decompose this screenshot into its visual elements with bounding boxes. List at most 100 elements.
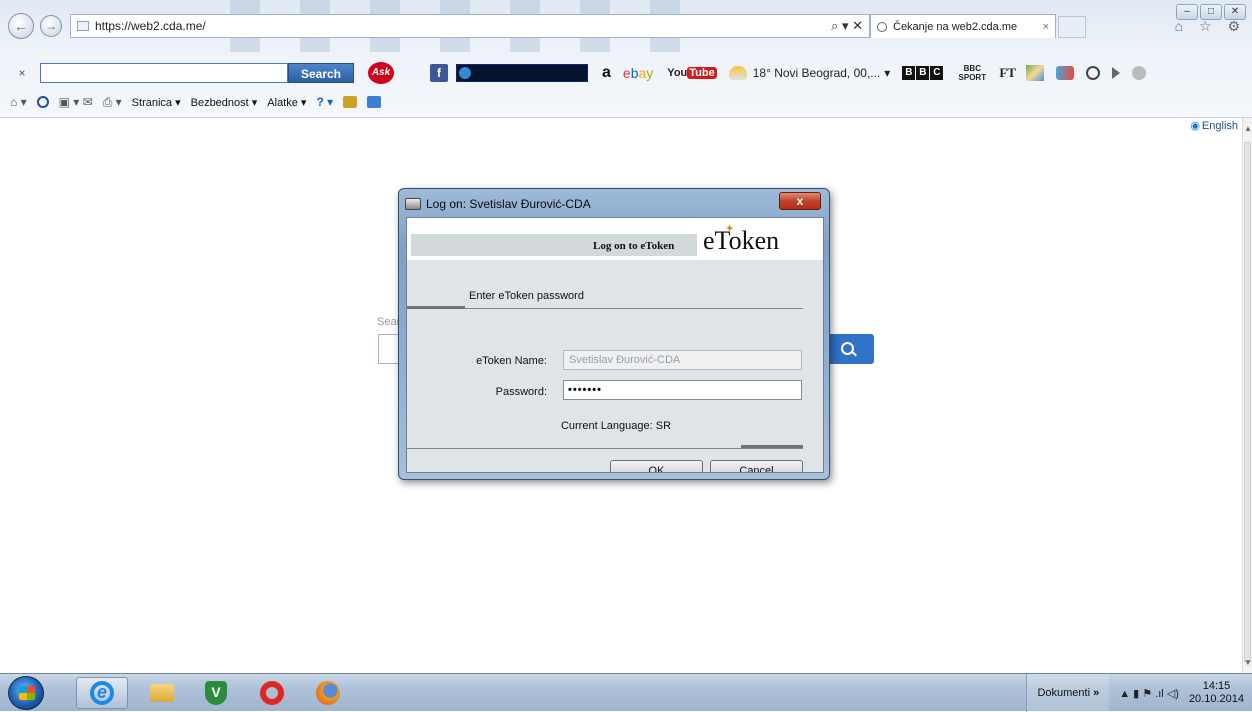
etoken-logo-text: eToken	[703, 226, 780, 255]
ebay-letter: y	[646, 65, 654, 81]
bbc-sport-icon[interactable]: BBC SPORT	[957, 64, 987, 82]
taskbar: e V Dokumenti » ▲ ▮ ⚑ .ıl ◁) 14:15 20.10…	[0, 673, 1252, 712]
token-name-label: eToken Name:	[476, 355, 547, 367]
ebay-link[interactable]: ebay	[623, 65, 653, 81]
dialog-body: Enter eToken password eToken Name: Sveti…	[407, 260, 823, 472]
etoken-logo: eToken ✦	[703, 223, 780, 256]
ask-icon[interactable]: Ask	[368, 62, 394, 84]
language-link[interactable]: ◉ English	[1190, 119, 1238, 132]
clock-date: 20.10.2014	[1188, 693, 1244, 705]
taskbar-ie[interactable]: e	[76, 677, 128, 709]
dialog-content: Log on to eToken eToken ✦ Enter eToken pa…	[406, 217, 824, 473]
facebook-icon[interactable]: f	[430, 64, 448, 82]
weather-icon	[728, 66, 747, 80]
chevron-icon[interactable]: »	[1093, 687, 1099, 699]
sound-icon[interactable]	[1085, 66, 1100, 80]
ebay-letter: e	[622, 65, 631, 81]
taskbar-explorer[interactable]	[136, 677, 188, 709]
bbc-letter: B	[916, 66, 930, 80]
documents-toolbar[interactable]: Dokumenti »	[1026, 674, 1110, 712]
help-icon[interactable]: ? ▾	[316, 95, 333, 109]
youtube-you: You	[667, 67, 688, 79]
maps-icon[interactable]	[1025, 65, 1044, 81]
token-name-field: Svetislav Đurović-CDA	[563, 350, 802, 370]
tab-active[interactable]: Čekanje na web2.cda.me ×	[870, 14, 1056, 38]
tab-close-icon[interactable]: ×	[1043, 21, 1049, 33]
ft-icon[interactable]: FT	[999, 65, 1016, 81]
amazon-icon[interactable]: a	[602, 64, 611, 82]
new-tab-button[interactable]	[1058, 16, 1086, 38]
youtube-link[interactable]: You Tube	[667, 67, 717, 79]
internet-explorer-icon: e	[90, 681, 114, 705]
menu-stranica[interactable]: Stranica ▾	[132, 96, 181, 109]
shield-icon: V	[205, 681, 227, 705]
home-favorites-tools-icons[interactable]: ⌂ ☆ ⚙	[1175, 18, 1246, 35]
address-search-refresh-icons[interactable]: ⌕ ▾ ✕	[831, 18, 863, 34]
folder-icon	[150, 684, 174, 702]
dialog-titlebar: Log on: Svetislav Đurović-CDA	[405, 197, 591, 211]
ebay-letter: b	[630, 65, 639, 81]
language-label: English	[1201, 120, 1238, 132]
token-app-icon	[405, 198, 421, 210]
windows-logo-icon	[19, 686, 35, 700]
taskbar-opera[interactable]	[246, 677, 298, 709]
dialog-close-button[interactable]: x	[779, 192, 821, 210]
command-bar: ⌂ ▾ ▣ ▾ ✉ ⎙ ▾ Stranica ▾ Bezbednost ▾ Al…	[0, 90, 1252, 114]
page-scrollbar[interactable]: ▲ ▼	[1242, 118, 1252, 673]
start-button[interactable]	[8, 676, 44, 710]
forward-arrow-icon: →	[45, 19, 57, 33]
feeds-mail-icons[interactable]: ▣ ▾ ✉	[59, 95, 93, 109]
translate-icon[interactable]	[367, 96, 382, 108]
scrollbar-thumb[interactable]	[1244, 142, 1251, 662]
opera-icon	[260, 681, 284, 705]
cancel-button[interactable]: Cancel	[710, 460, 803, 472]
toolbar-search-button[interactable]: Search	[288, 63, 354, 83]
bbc-icon[interactable]: BBC	[902, 66, 944, 80]
weather-text[interactable]: 18° Novi Beograd, 00,...	[753, 66, 881, 80]
page-search-label: Sear	[377, 316, 401, 328]
taskbar-security[interactable]: V	[190, 677, 242, 709]
scroll-up-icon[interactable]: ▲	[1244, 124, 1252, 133]
bbc-letter: C	[930, 66, 944, 80]
back-arrow-icon: ←	[14, 18, 28, 34]
print-icon[interactable]: ⎙ ▾	[103, 95, 122, 110]
logo-star-icon: ✦	[725, 223, 735, 235]
forward-button[interactable]: →	[40, 15, 62, 37]
scroll-down-icon[interactable]: ▼	[1244, 658, 1252, 667]
tray-icons[interactable]: ▲ ▮ ⚑ .ıl ◁)	[1119, 687, 1179, 700]
toolbar-close-icon[interactable]: ×	[12, 66, 32, 80]
taskbar-firefox[interactable]	[302, 677, 354, 709]
addon-toolbar: × Search Ask f a ebay You Tube 18° Novi B…	[0, 60, 1252, 86]
enter-password-heading: Enter eToken password	[469, 290, 584, 302]
play-icon[interactable]	[1111, 67, 1120, 79]
etoken-logon-dialog: Log on: Svetislav Đurović-CDA x Log on t…	[398, 188, 830, 480]
game-icon[interactable]	[1055, 66, 1074, 80]
ok-button[interactable]: OK	[610, 460, 703, 472]
page-search-button[interactable]	[826, 334, 874, 364]
home-icon[interactable]: ⌂ ▾	[10, 95, 27, 109]
menu-alatke[interactable]: Alatke ▾	[267, 96, 306, 109]
ie-circle-icon[interactable]	[36, 96, 49, 108]
loading-icon	[877, 21, 887, 32]
youtube-tube: Tube	[687, 67, 717, 79]
banner-text: Log on to eToken	[593, 240, 675, 252]
firefox-icon	[316, 681, 340, 705]
browser-chrome: – □ ✕ ← → https://web2.cda.me/ ⌕ ▾ ✕ Ček…	[0, 0, 1252, 118]
tab-title: Čekanje na web2.cda.me	[893, 20, 1018, 33]
password-field[interactable]: •••••••	[563, 380, 802, 400]
password-label: Password:	[495, 386, 547, 398]
clock[interactable]: 14:15 20.10.2014	[1189, 680, 1244, 706]
menu-bezbednost[interactable]: Bezbednost ▾	[191, 96, 258, 109]
clock-time: 14:15	[1202, 680, 1231, 692]
bbc-letter: B	[902, 66, 916, 80]
media-player-bar[interactable]	[456, 64, 588, 82]
etoken-banner: Log on to eToken eToken ✦	[411, 222, 821, 256]
back-button[interactable]: ←	[8, 13, 34, 39]
toolbar-search-input[interactable]	[40, 63, 288, 83]
research-icon[interactable]	[343, 96, 358, 108]
settings-icon[interactable]	[1131, 66, 1146, 80]
address-url[interactable]: https://web2.cda.me/	[95, 19, 206, 33]
address-bar[interactable]: https://web2.cda.me/ ⌕ ▾ ✕	[70, 14, 870, 38]
weather-dropdown-icon[interactable]: ▾	[884, 66, 890, 80]
page-favicon-icon	[77, 21, 89, 31]
